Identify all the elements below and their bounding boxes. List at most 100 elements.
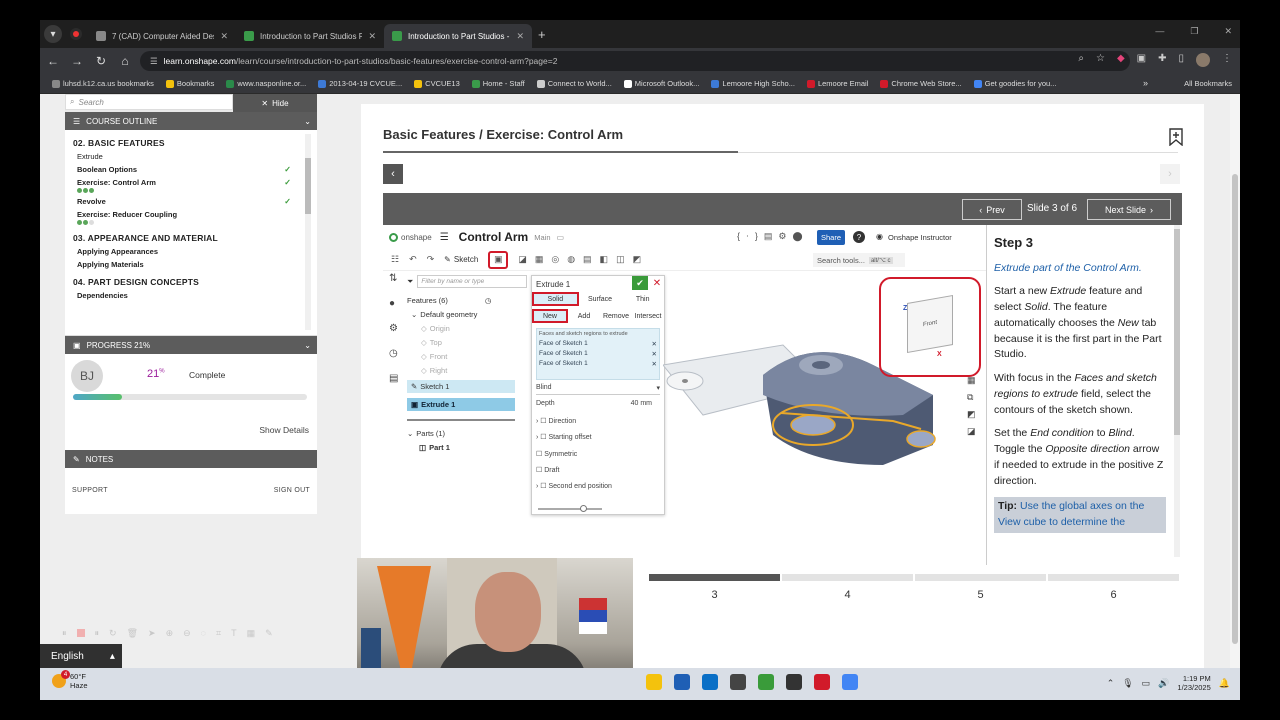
outline-scrollbar[interactable] xyxy=(305,134,311,330)
extension-icon[interactable]: ◆ xyxy=(1117,53,1125,67)
taskbar-app-icon[interactable] xyxy=(702,674,718,690)
notification-bell-icon[interactable]: 🔔 xyxy=(1219,678,1230,689)
pointer-icon[interactable]: ➤ xyxy=(148,628,156,639)
bookmark-item[interactable]: Get goodies for you... xyxy=(973,79,1056,88)
side-panel-icon[interactable]: ▯ xyxy=(1178,53,1184,67)
course-outline-header[interactable]: ☰ COURSE OUTLINE ⌄ xyxy=(65,112,317,130)
restore-icon[interactable]: ❐ xyxy=(1190,26,1198,37)
outline-chapter-title[interactable]: 02. BASIC FEATURES xyxy=(73,138,317,148)
slide-text-scrollbar[interactable] xyxy=(1174,225,1180,557)
bookmark-item[interactable]: Bookmarks xyxy=(165,79,214,88)
bookmark-item[interactable]: Chrome Web Store... xyxy=(880,79,962,88)
record-icon[interactable] xyxy=(70,28,82,40)
extensions-puzzle-icon[interactable]: ✚ xyxy=(1158,53,1166,67)
sidebar-search-input[interactable]: ⌕ Search xyxy=(65,94,233,110)
site-info-icon[interactable]: ☰ xyxy=(150,56,158,67)
pause-icon[interactable]: ⏸ xyxy=(62,628,67,639)
crop-icon[interactable]: ⌗ xyxy=(216,628,221,639)
slide-pager-item[interactable]: 3 xyxy=(649,574,780,601)
pause2-icon[interactable]: ⏸ xyxy=(95,628,100,639)
taskbar-app-icon[interactable] xyxy=(842,674,858,690)
pen-icon[interactable]: ✎ xyxy=(265,628,273,639)
outline-lesson-item[interactable]: Exercise: Control Arm ✓ xyxy=(73,178,291,187)
bookmark-item[interactable]: www.nasponline.or... xyxy=(226,79,306,88)
text-icon[interactable]: T xyxy=(231,628,237,638)
prev-slide-button[interactable]: ‹ Prev xyxy=(962,199,1022,220)
bookmark-star-icon[interactable]: ☆ xyxy=(1096,53,1105,67)
microphone-icon[interactable]: 🎙 xyxy=(1122,678,1133,689)
url-bar[interactable]: ☰ learn.onshape.com/learn/course/introdu… xyxy=(140,51,1130,71)
new-tab-icon[interactable]: + xyxy=(538,27,546,42)
show-details-link[interactable]: Show Details xyxy=(259,425,309,435)
lesson-back-button[interactable]: ‹ xyxy=(383,164,403,184)
tab-close-icon[interactable]: ✕ xyxy=(220,31,228,42)
browser-tab[interactable]: Introduction to Part Studios - Ex ✕ xyxy=(384,24,532,48)
all-bookmarks[interactable]: All Bookmarks xyxy=(1184,79,1232,88)
bookmark-item[interactable]: luhsd.k12.ca.us bookmarks xyxy=(52,79,154,88)
clock[interactable]: 1:19 PM 1/23/2025 xyxy=(1177,674,1210,692)
bookmarks-overflow-icon[interactable]: » xyxy=(1143,78,1148,88)
slide-pager-item[interactable]: 4 xyxy=(782,574,913,601)
outline-chapter-title[interactable]: 03. APPEARANCE AND MATERIAL xyxy=(73,233,317,243)
bookmark-item[interactable]: 2013-04-19 CVCUE... xyxy=(318,79,402,88)
zoom-icon[interactable]: ⌕ xyxy=(1078,53,1084,67)
trash-icon[interactable]: 🗑 xyxy=(127,628,138,639)
menu-kebab-icon[interactable]: ⋮ xyxy=(1222,53,1232,67)
tab-close-icon[interactable]: ✕ xyxy=(516,31,524,42)
outline-lesson-item[interactable]: Revolve ✓ xyxy=(73,197,291,206)
tab-search-icon[interactable]: ▾ xyxy=(44,25,62,43)
browser-tab[interactable]: 7 (CAD) Computer Aided Desig ✕ xyxy=(88,24,236,48)
taskbar-app-icon[interactable] xyxy=(646,674,662,690)
taskbar-app-icon[interactable] xyxy=(758,674,774,690)
bookmark-item[interactable]: Lemoore Email xyxy=(806,79,868,88)
profile-avatar[interactable] xyxy=(1196,53,1210,67)
outline-lesson-item[interactable]: Extrude xyxy=(73,152,291,161)
taskbar-app-icon[interactable] xyxy=(786,674,802,690)
outline-lesson-item[interactable]: Exercise: Reducer Coupling xyxy=(73,210,291,219)
bookmark-add-icon[interactable] xyxy=(1169,128,1183,146)
bookmark-item[interactable]: Connect to World... xyxy=(536,79,612,88)
sign-out-link[interactable]: SIGN OUT xyxy=(274,487,310,494)
grid-icon[interactable]: ▦ xyxy=(247,628,256,639)
close-window-icon[interactable]: ✕ xyxy=(1224,26,1232,37)
bookmark-item[interactable]: Lemoore High Scho... xyxy=(711,79,795,88)
outline-lesson-item[interactable]: Dependencies xyxy=(73,291,291,300)
bookmark-item[interactable]: Home - Staff xyxy=(471,79,525,88)
slide-pager-item[interactable]: 6 xyxy=(1048,574,1179,601)
weather-widget[interactable]: 4 60°F Haze xyxy=(52,670,88,690)
notes-header[interactable]: ✎ NOTES xyxy=(65,450,317,468)
reload-icon[interactable]: ↻ xyxy=(90,54,112,68)
volume-icon[interactable]: 🔊 xyxy=(1158,678,1169,689)
home-icon[interactable]: ⌂ xyxy=(114,54,136,68)
back-icon[interactable]: ← xyxy=(42,54,64,68)
zoom-out-icon[interactable]: ⊖ xyxy=(183,628,191,639)
browser-tab[interactable]: Introduction to Part Studios Pa ✕ xyxy=(236,24,384,48)
outline-lesson-item[interactable]: Applying Appearances xyxy=(73,247,291,256)
outline-lesson-item[interactable]: Applying Materials xyxy=(73,260,291,269)
stop-icon[interactable] xyxy=(76,629,85,637)
page-scrollbar[interactable] xyxy=(1230,94,1240,674)
network-icon[interactable]: ▭ xyxy=(1142,678,1151,689)
taskbar-app-icon[interactable] xyxy=(674,674,690,690)
outline-lesson-item[interactable]: Boolean Options ✓ xyxy=(73,165,291,174)
hide-sidebar-button[interactable]: ✕ Hide xyxy=(233,94,317,112)
taskbar-app-icon[interactable] xyxy=(814,674,830,690)
forward-icon[interactable]: → xyxy=(66,54,88,68)
extension2-icon[interactable]: ▣ xyxy=(1137,53,1146,67)
outline-chapter-title[interactable]: 04. PART DESIGN CONCEPTS xyxy=(73,277,317,287)
language-selector[interactable]: English ▴ xyxy=(40,644,122,668)
lesson-forward-button[interactable]: › xyxy=(1160,164,1180,184)
bookmark-item[interactable]: CVCUE13 xyxy=(414,79,460,88)
tab-close-icon[interactable]: ✕ xyxy=(368,31,376,42)
bookmark-item[interactable]: Microsoft Outlook... xyxy=(623,79,699,88)
zoom-in-icon[interactable]: ⊕ xyxy=(166,628,174,639)
chevron-up-icon[interactable]: ⌃ xyxy=(1107,678,1115,689)
restart-icon[interactable]: ↻ xyxy=(109,628,117,639)
support-link[interactable]: SUPPORT xyxy=(72,487,108,494)
slide-pager-item[interactable]: 5 xyxy=(915,574,1046,601)
highlight-icon[interactable]: ◌ xyxy=(201,628,206,638)
minimize-icon[interactable]: — xyxy=(1155,26,1164,37)
taskbar-app-icon[interactable] xyxy=(730,674,746,690)
next-slide-button[interactable]: Next Slide › xyxy=(1087,199,1171,220)
progress-header[interactable]: ▣ PROGRESS 21% ⌄ xyxy=(65,336,317,354)
